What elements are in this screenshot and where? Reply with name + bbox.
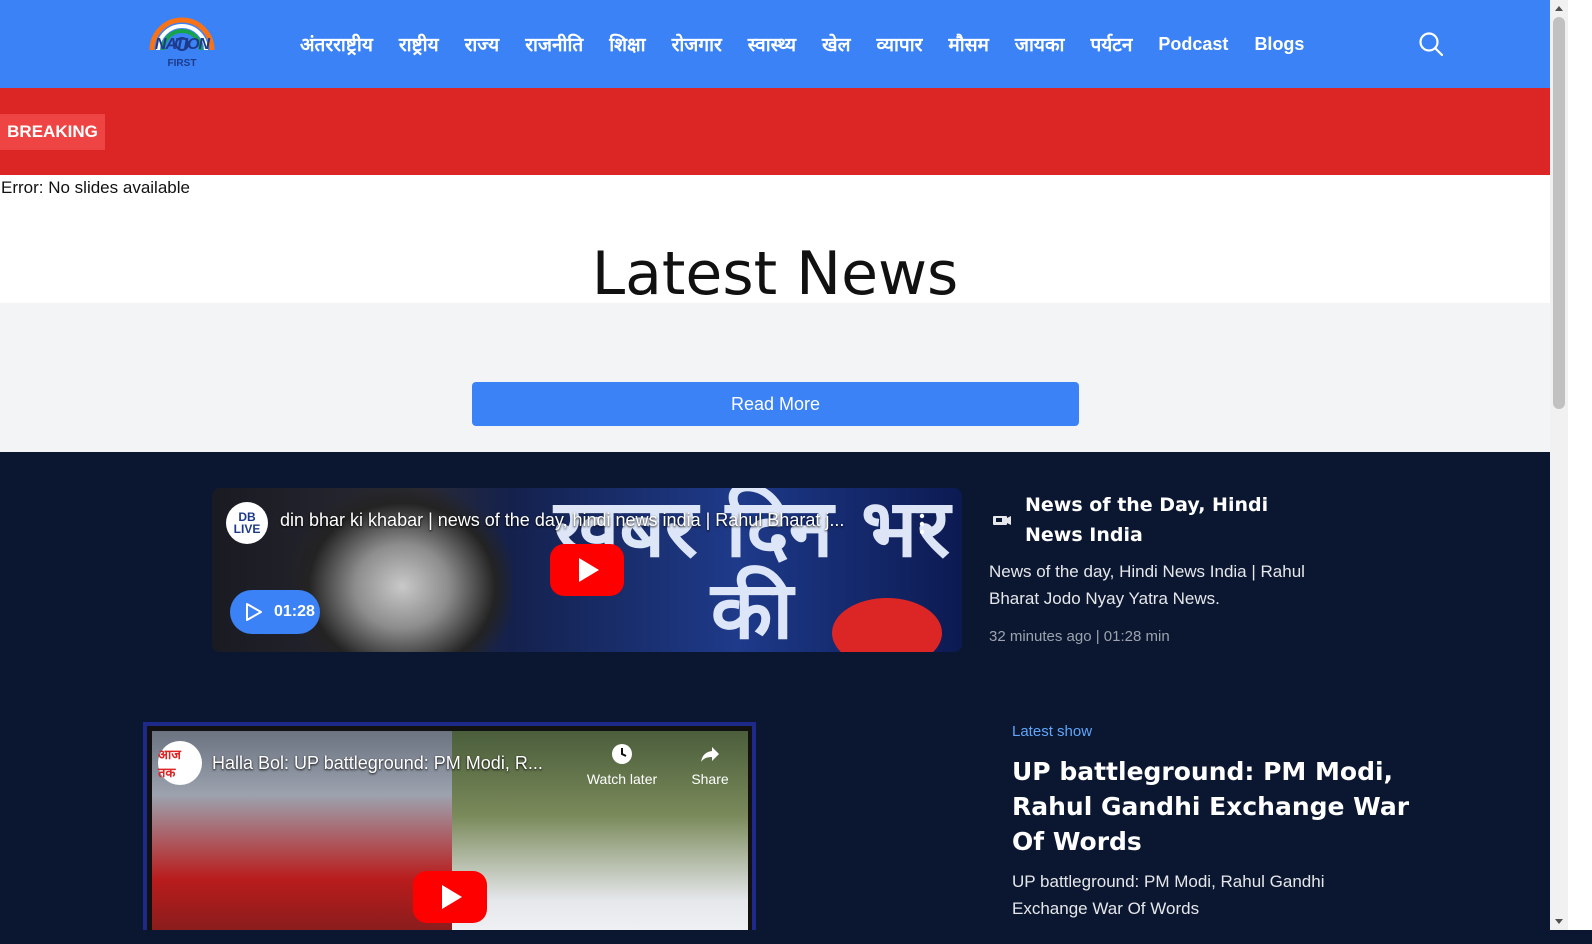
video-duration: 01:28 — [274, 603, 315, 620]
watch-later-button[interactable]: Watch later — [582, 739, 662, 787]
channel-logo-db-live[interactable]: DB LIVE — [226, 502, 268, 544]
read-more-button[interactable]: Read More — [472, 382, 1079, 426]
scrollbar-thumb[interactable] — [1553, 17, 1565, 409]
more-options-icon[interactable] — [918, 512, 926, 536]
latest-show-label: Latest show — [1012, 723, 1093, 740]
clock-icon — [612, 744, 632, 764]
nav-item-podcast[interactable]: Podcast — [1158, 34, 1228, 55]
watch-later-label: Watch later — [586, 771, 658, 787]
youtube-play-button-2[interactable] — [413, 871, 487, 923]
page-scrollbar[interactable] — [1550, 0, 1568, 930]
youtube-play-button[interactable] — [550, 544, 624, 596]
search-icon[interactable] — [1418, 31, 1444, 57]
site-logo[interactable]: NATION FIRST — [146, 10, 218, 76]
video-1-description: News of the day, Hindi News India | Rahu… — [989, 562, 1305, 608]
nav-item-food[interactable]: जायका — [1015, 31, 1065, 57]
scroll-up-arrow-icon[interactable] — [1550, 0, 1568, 17]
nav-item-blogs[interactable]: Blogs — [1254, 34, 1304, 55]
play-icon — [246, 603, 262, 621]
latest-show-headline[interactable]: UP battleground: PM Modi, Rahul Gandhi E… — [1012, 754, 1432, 859]
video-duration-pill[interactable]: 01:28 — [230, 590, 320, 634]
main-nav: अंतरराष्ट्रीय राष्ट्रीय राज्य राजनीति शि… — [300, 0, 1330, 88]
share-label: Share — [691, 771, 729, 787]
video-player-1[interactable]: ख़बर दिन भर की DB LIVE din bhar ki khaba… — [212, 488, 962, 652]
nav-item-politics[interactable]: राजनीति — [525, 31, 583, 57]
logo-subtext: FIRST — [167, 58, 197, 69]
latest-news-heading: Latest News — [591, 239, 959, 309]
latest-show-description: UP battleground: PM Modi, Rahul Gandhi E… — [1012, 872, 1325, 918]
site-header: NATION FIRST अंतरराष्ट्रीय राष्ट्रीय राज… — [0, 0, 1550, 88]
slider-error-message: Error: No slides available — [1, 178, 190, 197]
page-bottom-strip — [0, 930, 1592, 944]
share-icon — [701, 747, 719, 762]
nav-item-health[interactable]: स्वास्थ्य — [748, 31, 796, 57]
nav-item-employment[interactable]: रोजगार — [672, 31, 722, 57]
scroll-down-arrow-icon[interactable] — [1550, 913, 1568, 930]
nav-item-weather[interactable]: मौसम — [948, 31, 989, 57]
share-button[interactable]: Share — [680, 739, 740, 787]
video-1-title[interactable]: din bhar ki khabar | news of the day, hi… — [280, 510, 844, 531]
video-camera-icon — [993, 516, 1011, 525]
logo-text: NATION — [154, 36, 210, 53]
nav-item-international[interactable]: अंतरराष्ट्रीय — [300, 31, 373, 57]
video-player-2-frame: आज तक Halla Bol: UP battleground: PM Mod… — [143, 722, 756, 944]
video-1-meta: 32 minutes ago | 01:28 min — [989, 628, 1170, 645]
nav-item-sports[interactable]: खेल — [822, 31, 850, 57]
breaking-badge: BREAKING — [0, 114, 105, 150]
nav-item-education[interactable]: शिक्षा — [609, 31, 645, 57]
channel-logo-aaj-tak[interactable]: आज तक — [158, 741, 202, 785]
nav-item-national[interactable]: राष्ट्रीय — [399, 31, 439, 57]
video-2-title[interactable]: Halla Bol: UP battleground: PM Modi, R..… — [212, 753, 543, 774]
video-1-headline[interactable]: News of the Day, Hindi News India — [1025, 490, 1325, 550]
video-player-2[interactable]: आज तक Halla Bol: UP battleground: PM Mod… — [152, 731, 748, 940]
nav-item-tourism[interactable]: पर्यटन — [1090, 31, 1132, 57]
nav-item-state[interactable]: राज्य — [465, 31, 500, 57]
latest-news-band — [0, 303, 1550, 452]
nav-item-business[interactable]: व्यापार — [876, 31, 922, 57]
breaking-news-bar: BREAKING — [0, 88, 1550, 175]
